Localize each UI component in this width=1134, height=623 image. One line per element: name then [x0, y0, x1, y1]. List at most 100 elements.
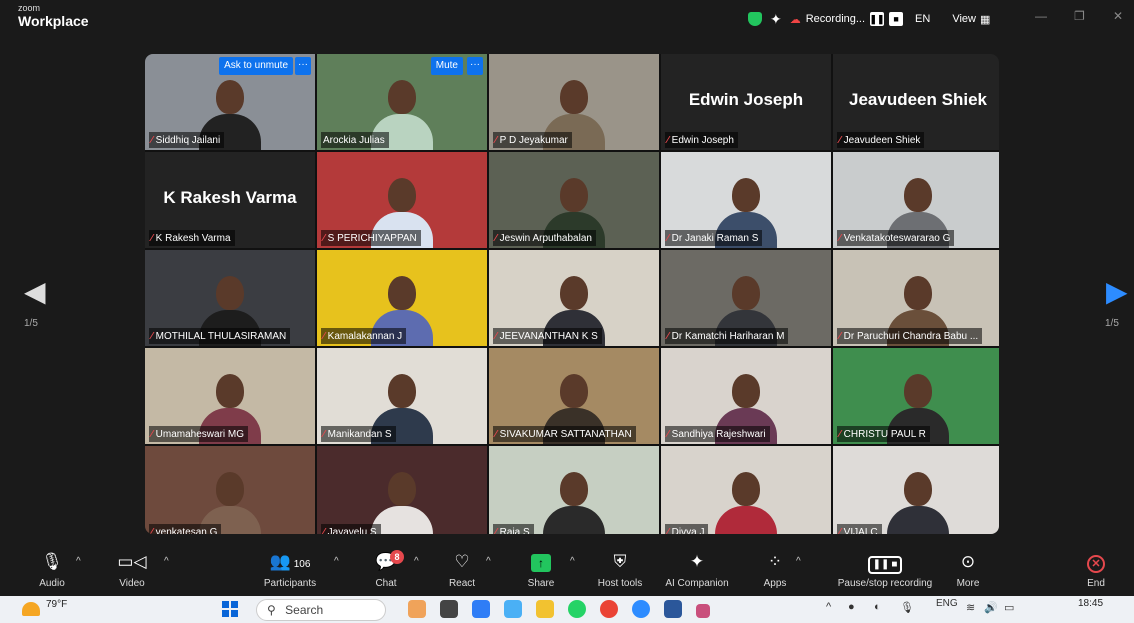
word-icon[interactable]	[664, 600, 682, 618]
os-taskbar: 79°F ⚲ Search ^ ● ◐ 🎙 ENG ≋ 🔊 ▭ 18:45	[0, 596, 1134, 623]
participant-name-label: ⁄ VIJAI C	[837, 524, 882, 534]
participant-tile[interactable]: ⁄ VIJAI C	[833, 446, 999, 534]
encryption-shield-icon[interactable]	[748, 12, 762, 26]
video-button[interactable]: ▭◁ Video	[92, 552, 172, 589]
host-tools-button[interactable]: ⛨ Host tools	[580, 552, 660, 589]
participants-options-chevron-icon[interactable]: ^	[334, 556, 339, 567]
chrome-icon[interactable]	[600, 600, 618, 618]
video-options-chevron-icon[interactable]: ^	[164, 556, 169, 567]
next-page-icon[interactable]: ▶	[1106, 278, 1128, 306]
taskbar-app-icon[interactable]	[504, 600, 522, 618]
brand-name: Workplace	[18, 13, 89, 29]
participants-button[interactable]: 👥 106 Participants	[250, 552, 330, 589]
audio-options-chevron-icon[interactable]: ^	[76, 556, 81, 567]
participant-name: Sandhiya Rajeshwari	[671, 428, 766, 440]
participant-tile[interactable]: ⁄ Raja S	[489, 446, 659, 534]
taskbar-app-icon[interactable]	[408, 600, 426, 618]
weather-widget[interactable]: 79°F	[22, 599, 67, 616]
volume-icon[interactable]: 🔊	[984, 601, 998, 614]
file-explorer-icon[interactable]	[536, 600, 554, 618]
participant-name-label: ⁄ CHRISTU PAUL R	[837, 426, 930, 442]
share-options-chevron-icon[interactable]: ^	[570, 556, 575, 567]
start-menu-icon[interactable]	[222, 601, 238, 617]
muted-mic-icon: ⁄	[839, 428, 841, 440]
participant-name-label: ⁄ Manikandan S	[321, 426, 396, 442]
participant-tile[interactable]: ⁄ Dr Paruchuri Chandra Babu ...	[833, 250, 999, 346]
participant-tile[interactable]: ⁄ MOTHILAL THULASIRAMAN	[145, 250, 315, 346]
tile-more-options-button[interactable]: ···	[295, 57, 311, 75]
participant-name-label: ⁄ S PERICHIYAPPAN	[321, 230, 421, 246]
clock[interactable]: 18:45	[1078, 598, 1103, 610]
end-meeting-button[interactable]: ✕ End	[1056, 552, 1134, 589]
react-options-chevron-icon[interactable]: ^	[486, 556, 491, 567]
participant-tile[interactable]: ⁄ JEEVANANTHAN K S	[489, 250, 659, 346]
participant-name: Dr Kamatchi Hariharan M	[671, 330, 785, 342]
taskbar-app-icon[interactable]	[440, 600, 458, 618]
pause-recording-icon[interactable]: ❚❚	[870, 12, 885, 26]
share-button[interactable]: ↑ Share	[501, 552, 581, 589]
tray-mic-icon[interactable]: 🎙	[900, 601, 914, 614]
battery-icon[interactable]: ▭	[1004, 601, 1014, 614]
participant-name-label: ⁄ Venkatakoteswararao G	[837, 230, 955, 246]
participant-tile[interactable]: ⁄ SIVAKUMAR SATTANATHAN	[489, 348, 659, 444]
minimize-icon[interactable]: —	[1035, 9, 1047, 23]
participant-tile[interactable]: ⁄ Jayavelu S	[317, 446, 487, 534]
participant-tile[interactable]: ⁄ Manikandan S	[317, 348, 487, 444]
participant-tile[interactable]: ⁄ S PERICHIYAPPAN	[317, 152, 487, 248]
chat-options-chevron-icon[interactable]: ^	[414, 556, 419, 567]
input-language[interactable]: ENG	[936, 598, 958, 609]
ai-sparkle-icon[interactable]: ✦	[770, 11, 782, 28]
participant-name-label: ⁄ Dr Kamatchi Hariharan M	[665, 328, 789, 344]
meeting-toolbar: 🎙 Audio ^ ▭◁ Video ^ 👥 106 Participants ^…	[0, 546, 1134, 596]
wifi-icon[interactable]: ≋	[966, 601, 975, 614]
participant-tile[interactable]: Edwin Joseph ⁄ Edwin Joseph	[661, 54, 831, 150]
apps-button[interactable]: ⁘ Apps	[735, 552, 815, 589]
participant-tile[interactable]: ⁄ Kamalakannan J	[317, 250, 487, 346]
participant-tile[interactable]: ⁄ CHRISTU PAUL R	[833, 348, 999, 444]
participant-name: JEEVANANTHAN K S	[499, 330, 598, 342]
participant-name: K Rakesh Varma	[155, 232, 231, 244]
end-label: End	[1087, 578, 1105, 589]
view-button[interactable]: View ▦	[952, 13, 990, 26]
tray-app-icon[interactable]: ◐	[874, 601, 881, 613]
participant-tile[interactable]: ⁄ Divya J	[661, 446, 831, 534]
participant-tile[interactable]: ⁄ Jeswin Arputhabalan	[489, 152, 659, 248]
participant-tile[interactable]: ⁄ Venkatakoteswararao G	[833, 152, 999, 248]
recording-indicator[interactable]: ☁ Recording... ❚❚ ■	[790, 12, 904, 26]
restore-icon[interactable]: ❐	[1074, 9, 1085, 23]
participant-name: Arockia Julias	[323, 134, 385, 146]
participant-tile[interactable]: ⁄ venkatesan G	[145, 446, 315, 534]
tray-overflow-chevron-icon[interactable]: ^	[826, 601, 831, 613]
participant-tile[interactable]: ⁄ Siddhiq Jailani Ask to unmute ···	[145, 54, 315, 150]
close-icon[interactable]: ✕	[1113, 9, 1123, 23]
language-button[interactable]: EN	[915, 13, 930, 25]
more-label: More	[956, 578, 980, 589]
whatsapp-icon[interactable]	[568, 600, 586, 618]
previous-page-icon[interactable]: ◀	[24, 278, 46, 306]
participant-tile[interactable]: ⁄ P D Jeyakumar	[489, 54, 659, 150]
participant-tile[interactable]: K Rakesh Varma ⁄ K Rakesh Varma	[145, 152, 315, 248]
stop-recording-icon[interactable]: ■	[889, 12, 904, 26]
participant-name-label: ⁄ Kamalakannan J	[321, 328, 407, 344]
participant-tile[interactable]: Jeavudeen Shiek ⁄ Jeavudeen Shiek	[833, 54, 999, 150]
taskbar-search[interactable]: ⚲ Search	[256, 599, 386, 621]
pause-stop-recording-button[interactable]: ❚❚ ■ Pause/stop recording	[830, 552, 940, 589]
participant-tile[interactable]: ⁄ Umamaheswari MG	[145, 348, 315, 444]
participant-tile[interactable]: Arockia Julias Mute ···	[317, 54, 487, 150]
participant-name-label: ⁄ P D Jeyakumar	[493, 132, 572, 148]
participant-tile[interactable]: ⁄ Dr Janaki Raman S	[661, 152, 831, 248]
more-button[interactable]: ⊙ More	[928, 552, 1008, 589]
zoom-app-icon[interactable]	[632, 600, 650, 618]
apps-options-chevron-icon[interactable]: ^	[796, 556, 801, 567]
ai-companion-button[interactable]: ✦ AI Companion	[657, 552, 737, 589]
taskbar-app-icon[interactable]	[472, 600, 490, 618]
tile-more-options-button[interactable]: ···	[467, 57, 483, 75]
mute-participant-button[interactable]: Mute	[430, 57, 463, 75]
participant-tile[interactable]: ⁄ Dr Kamatchi Hariharan M	[661, 250, 831, 346]
participant-name-label: ⁄ Edwin Joseph	[665, 132, 738, 148]
ask-to-unmute-button[interactable]: Ask to unmute	[219, 57, 293, 75]
muted-mic-icon: ⁄	[667, 526, 669, 535]
participant-tile[interactable]: ⁄ Sandhiya Rajeshwari	[661, 348, 831, 444]
taskbar-app-icon[interactable]	[696, 604, 710, 618]
tray-app-icon[interactable]: ●	[848, 601, 855, 613]
